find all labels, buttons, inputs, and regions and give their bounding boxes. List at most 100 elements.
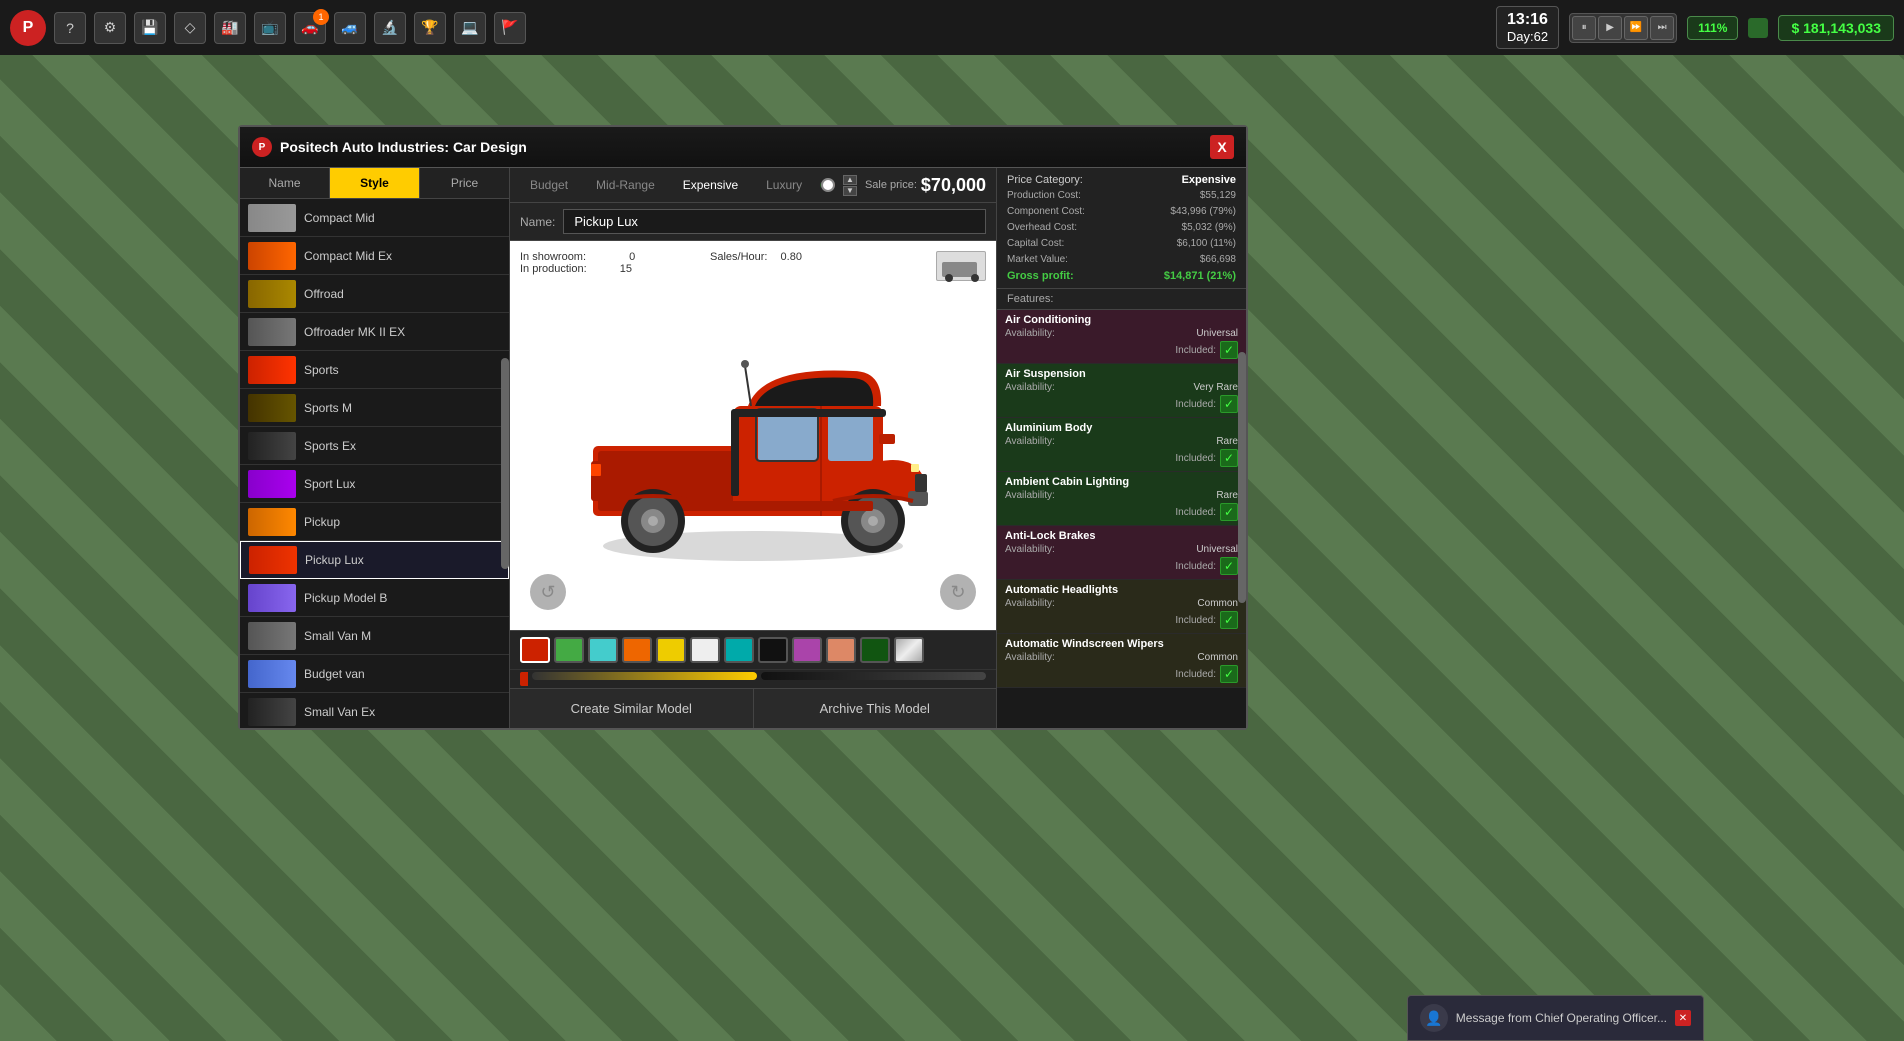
list-item[interactable]: Sports [240, 351, 509, 389]
availability-label: Availability: [1005, 436, 1055, 447]
list-item[interactable]: Compact Mid Ex [240, 237, 509, 275]
slider-handle-left [520, 672, 528, 686]
mid-range-tab[interactable]: Mid-Range [586, 174, 665, 196]
car-name-label: Compact Mid [304, 211, 375, 225]
price-arrows: ▲ ▼ [843, 175, 857, 196]
market-value-row: Market Value: $66,698 [1007, 252, 1236, 268]
list-item-pickup-lux[interactable]: Pickup Lux [240, 541, 509, 579]
car-design-button[interactable]: 🚙 [334, 12, 366, 44]
color-purple[interactable] [792, 637, 822, 663]
color-teal[interactable] [724, 637, 754, 663]
price-slider[interactable] [820, 175, 835, 195]
car-name-label: Budget van [304, 667, 365, 681]
features-header: Price Category: Expensive Production Cos… [997, 168, 1246, 289]
brightness-slider[interactable] [761, 672, 986, 680]
color-metallic[interactable] [894, 637, 924, 663]
list-item[interactable]: Compact Mid [240, 199, 509, 237]
tab-price[interactable]: Price [420, 168, 509, 198]
included-check[interactable]: ✓ [1220, 503, 1238, 521]
expensive-tab[interactable]: Expensive [673, 174, 748, 196]
feature-availability: Availability: Rare [1005, 490, 1238, 501]
price-up-arrow[interactable]: ▲ [843, 175, 857, 185]
price-down-arrow[interactable]: ▼ [843, 186, 857, 196]
budget-tab[interactable]: Budget [520, 174, 578, 196]
list-item[interactable]: Sports Ex [240, 427, 509, 465]
color-black[interactable] [758, 637, 788, 663]
list-item[interactable]: Sports M [240, 389, 509, 427]
car-thumbnail [248, 242, 296, 270]
sale-price-value: $70,000 [921, 175, 986, 196]
list-item[interactable]: Sport Lux [240, 465, 509, 503]
car-name-label: Pickup Lux [305, 553, 364, 567]
color-orange[interactable] [622, 637, 652, 663]
notification-close-button[interactable]: ✕ [1675, 1010, 1691, 1026]
research-button[interactable]: 🔬 [374, 12, 406, 44]
fast-forward-button[interactable]: ⏩ [1624, 16, 1648, 40]
settings-button[interactable]: ⚙ [94, 12, 126, 44]
save-button[interactable]: 💾 [134, 12, 166, 44]
marketing-button[interactable]: 🚗 1 [294, 12, 326, 44]
dialog-close-button[interactable]: X [1210, 135, 1234, 159]
monitor-button[interactable]: 💻 [454, 12, 486, 44]
car-name-label: Compact Mid Ex [304, 249, 392, 263]
gross-profit-label: Gross profit: [1007, 270, 1074, 282]
sales-per-hour-info: Sales/Hour: 0.80 [710, 251, 802, 263]
feature-name: Aluminium Body [1005, 422, 1238, 434]
included-check[interactable]: ✓ [1220, 557, 1238, 575]
color-cyan[interactable] [588, 637, 618, 663]
color-salmon[interactable] [826, 637, 856, 663]
color-darkgreen[interactable] [860, 637, 890, 663]
list-item[interactable]: Small Van Ex [240, 693, 509, 728]
scrollbar-thumb[interactable] [501, 358, 509, 570]
feature-antilock-brakes: Anti-Lock Brakes Availability: Universal… [997, 526, 1246, 580]
design-button[interactable]: ◇ [174, 12, 206, 44]
included-check[interactable]: ✓ [1220, 395, 1238, 413]
list-item[interactable]: Pickup [240, 503, 509, 541]
availability-value: Common [1197, 652, 1238, 663]
feature-auto-wipers: Automatic Windscreen Wipers Availability… [997, 634, 1246, 688]
rotate-right-button[interactable]: ↻ [940, 574, 976, 610]
car-name-input[interactable]: Pickup Lux [563, 209, 986, 234]
production-cost-label: Production Cost: [1007, 188, 1081, 204]
color-green[interactable] [554, 637, 584, 663]
play-controls: ⏸ ▶ ⏩ ⏭ [1569, 13, 1677, 43]
fastest-button[interactable]: ⏭ [1650, 16, 1674, 40]
help-button[interactable]: ? [54, 12, 86, 44]
hue-slider[interactable] [532, 672, 757, 680]
component-cost-row: Component Cost: $43,996 (79%) [1007, 204, 1236, 220]
included-label: Included: [1175, 561, 1216, 572]
included-check[interactable]: ✓ [1220, 665, 1238, 683]
color-white[interactable] [690, 637, 720, 663]
create-similar-button[interactable]: Create Similar Model [510, 689, 754, 728]
features-scrollbar-thumb[interactable] [1238, 352, 1246, 603]
rotate-left-button[interactable]: ↺ [530, 574, 566, 610]
color-yellow[interactable] [656, 637, 686, 663]
luxury-tab[interactable]: Luxury [756, 174, 812, 196]
tab-style[interactable]: Style [330, 168, 420, 198]
color-red[interactable] [520, 637, 550, 663]
trophy-button[interactable]: 🏆 [414, 12, 446, 44]
included-label: Included: [1175, 669, 1216, 680]
archive-model-button[interactable]: Archive This Model [754, 689, 997, 728]
flag-button[interactable]: 🚩 [494, 12, 526, 44]
included-check[interactable]: ✓ [1220, 449, 1238, 467]
factory-button[interactable]: 🏭 [214, 12, 246, 44]
play-button[interactable]: ▶ [1598, 16, 1622, 40]
included-check[interactable]: ✓ [1220, 341, 1238, 359]
feature-availability: Availability: Rare [1005, 436, 1238, 447]
included-label: Included: [1175, 507, 1216, 518]
app-logo-icon[interactable]: P [10, 10, 46, 46]
feature-name: Automatic Headlights [1005, 584, 1238, 596]
capital-cost-row: Capital Cost: $6,100 (11%) [1007, 236, 1236, 252]
list-item[interactable]: Budget van [240, 655, 509, 693]
list-item[interactable]: Offroad [240, 275, 509, 313]
production-cost-value: $55,129 [1200, 188, 1236, 204]
included-check[interactable]: ✓ [1220, 611, 1238, 629]
list-item[interactable]: Offroader MK II EX [240, 313, 509, 351]
price-slider-thumb[interactable] [821, 178, 835, 192]
tv-button[interactable]: 📺 [254, 12, 286, 44]
list-item[interactable]: Small Van M [240, 617, 509, 655]
tab-name[interactable]: Name [240, 168, 330, 198]
list-item[interactable]: Pickup Model B [240, 579, 509, 617]
pause-button[interactable]: ⏸ [1572, 16, 1596, 40]
